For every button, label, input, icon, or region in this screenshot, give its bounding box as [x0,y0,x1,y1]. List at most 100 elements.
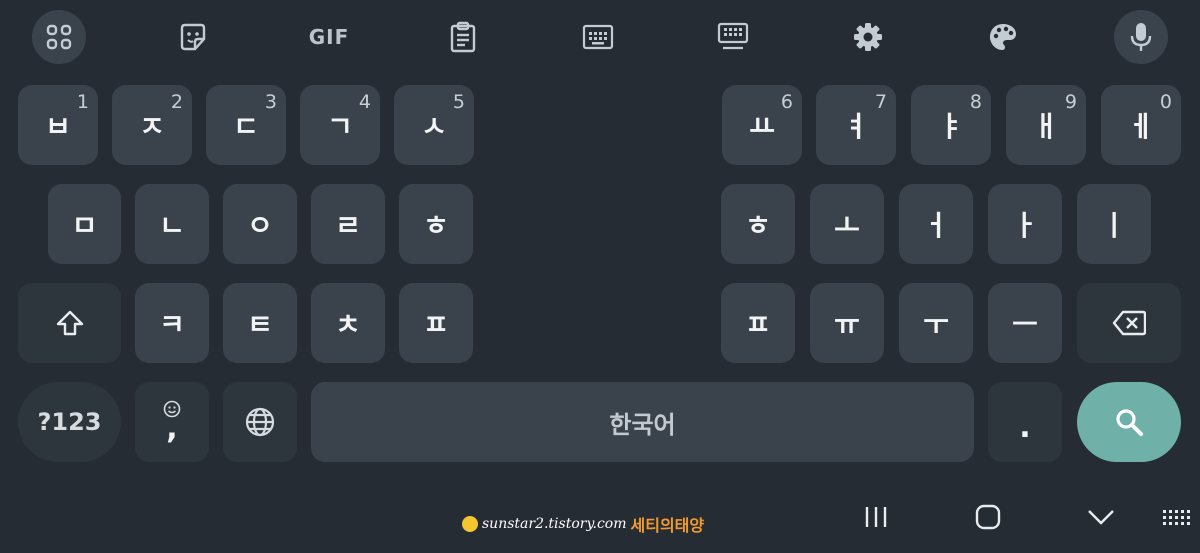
key-label: ㅡ [1012,308,1038,341]
key-label: ㅜ [923,308,949,341]
search-key[interactable] [1077,382,1181,462]
key-label: ㅈ [139,110,165,143]
key-label: ㅗ [834,209,860,242]
globe-icon [245,407,275,437]
key-hieut-right[interactable]: ㅎ [721,184,795,264]
key-label: ㅂ [45,110,71,143]
key-label: ㅣ [1101,209,1127,242]
key-siot[interactable]: ㅅ5 [394,85,474,165]
key-chieut[interactable]: ㅊ [311,283,385,363]
key-giyeok[interactable]: ㄱ4 [300,85,380,165]
watermark: sunstar2.tistory.com 세티의태양 [462,512,704,536]
watermark-name: 세티의태양 [630,516,705,535]
key-label: ㄱ [327,110,353,143]
key-label: ㅎ [745,209,771,242]
period-label: . [1019,409,1031,445]
key-yeo[interactable]: ㅕ7 [816,85,896,165]
key-tieut[interactable]: ㅌ [223,283,297,363]
key-nieun[interactable]: ㄴ [135,184,209,264]
key-label: ㅅ [421,110,447,143]
key-label: ㅍ [423,308,449,341]
settings-gear-icon[interactable] [841,10,895,64]
key-label: ㅓ [923,209,949,242]
keyboard-switch-icon[interactable] [1160,500,1194,534]
key-rieul[interactable]: ㄹ [311,184,385,264]
key-o[interactable]: ㅗ [810,184,884,264]
key-jieut[interactable]: ㅈ2 [112,85,192,165]
smiley-emoji-icon [462,516,478,532]
space-label: 한국어 [609,410,676,439]
palette-icon[interactable] [976,10,1030,64]
period-key[interactable]: . [988,382,1062,462]
key-label: ㅌ [247,308,273,341]
key-hint: 4 [358,91,371,113]
backspace-icon [1112,310,1146,336]
key-label: ㄷ [233,110,259,143]
key-hint: 9 [1064,91,1077,113]
key-bieup[interactable]: ㅂ1 [18,85,98,165]
shift-key[interactable] [18,283,121,363]
symbols-label: ?123 [37,408,102,436]
key-hint: 2 [170,91,183,113]
home-icon[interactable] [970,500,1006,534]
key-label: ㅏ [1012,209,1038,242]
sticker-icon[interactable] [166,10,220,64]
key-digeut[interactable]: ㄷ3 [206,85,286,165]
key-label: ㅛ [749,110,775,143]
hide-keyboard-icon[interactable] [1083,500,1119,534]
search-icon [1116,409,1143,436]
gif-label: GIF [308,25,350,49]
key-hint: 3 [264,91,277,113]
key-label: ㅑ [938,110,964,143]
shift-icon [56,310,83,336]
key-yo[interactable]: ㅛ6 [722,85,802,165]
key-label: ㅍ [745,308,771,341]
keyboard-icon[interactable] [571,10,625,64]
key-label: ㅕ [843,110,869,143]
key-hint: 6 [780,91,793,113]
key-yu[interactable]: ㅠ [810,283,884,363]
symbols-key[interactable]: ?123 [18,382,121,462]
key-kieuk[interactable]: ㅋ [135,283,209,363]
key-eo[interactable]: ㅓ [899,184,973,264]
backspace-key[interactable] [1077,283,1181,363]
key-e[interactable]: ㅔ0 [1101,85,1181,165]
language-key[interactable] [223,382,297,462]
key-hint: 7 [874,91,887,113]
key-hieut-left[interactable]: ㅎ [399,184,473,264]
key-label: ㅇ [247,209,273,242]
emoji-comma-key[interactable]: , [135,382,209,462]
one-handed-keyboard-icon[interactable] [706,10,760,64]
key-ieung[interactable]: ㅇ [223,184,297,264]
space-bar[interactable]: 한국어 [311,382,974,462]
key-hint: 0 [1159,91,1172,113]
microphone-icon[interactable] [1114,10,1168,64]
key-label: ㅁ [71,209,98,242]
key-pieup-right[interactable]: ㅍ [721,283,795,363]
comma-label: , [166,411,178,446]
key-label: ㅋ [159,308,185,341]
key-pieup-left[interactable]: ㅍ [399,283,473,363]
key-ae[interactable]: ㅐ9 [1006,85,1086,165]
watermark-url: sunstar2.tistory.com [482,516,627,532]
key-hint: 5 [452,91,465,113]
key-mieum[interactable]: ㅁ [48,184,121,264]
gif-icon[interactable]: GIF [302,10,356,64]
key-label: ㄴ [159,209,185,242]
key-label: ㅔ [1128,110,1154,143]
clipboard-icon[interactable] [436,10,490,64]
key-hint: 8 [969,91,982,113]
key-label: ㅎ [423,209,449,242]
recent-apps-icon[interactable] [858,500,894,534]
apps-grid-icon[interactable] [32,10,86,64]
key-label: ㅠ [834,308,860,341]
key-a[interactable]: ㅏ [988,184,1062,264]
key-u[interactable]: ㅜ [899,283,973,363]
key-i[interactable]: ㅣ [1077,184,1151,264]
key-eu[interactable]: ㅡ [988,283,1062,363]
key-ya[interactable]: ㅑ8 [911,85,991,165]
key-hint: 1 [76,91,89,113]
key-label: ㅊ [335,308,361,341]
key-label: ㅐ [1033,110,1059,143]
key-label: ㄹ [335,209,361,242]
